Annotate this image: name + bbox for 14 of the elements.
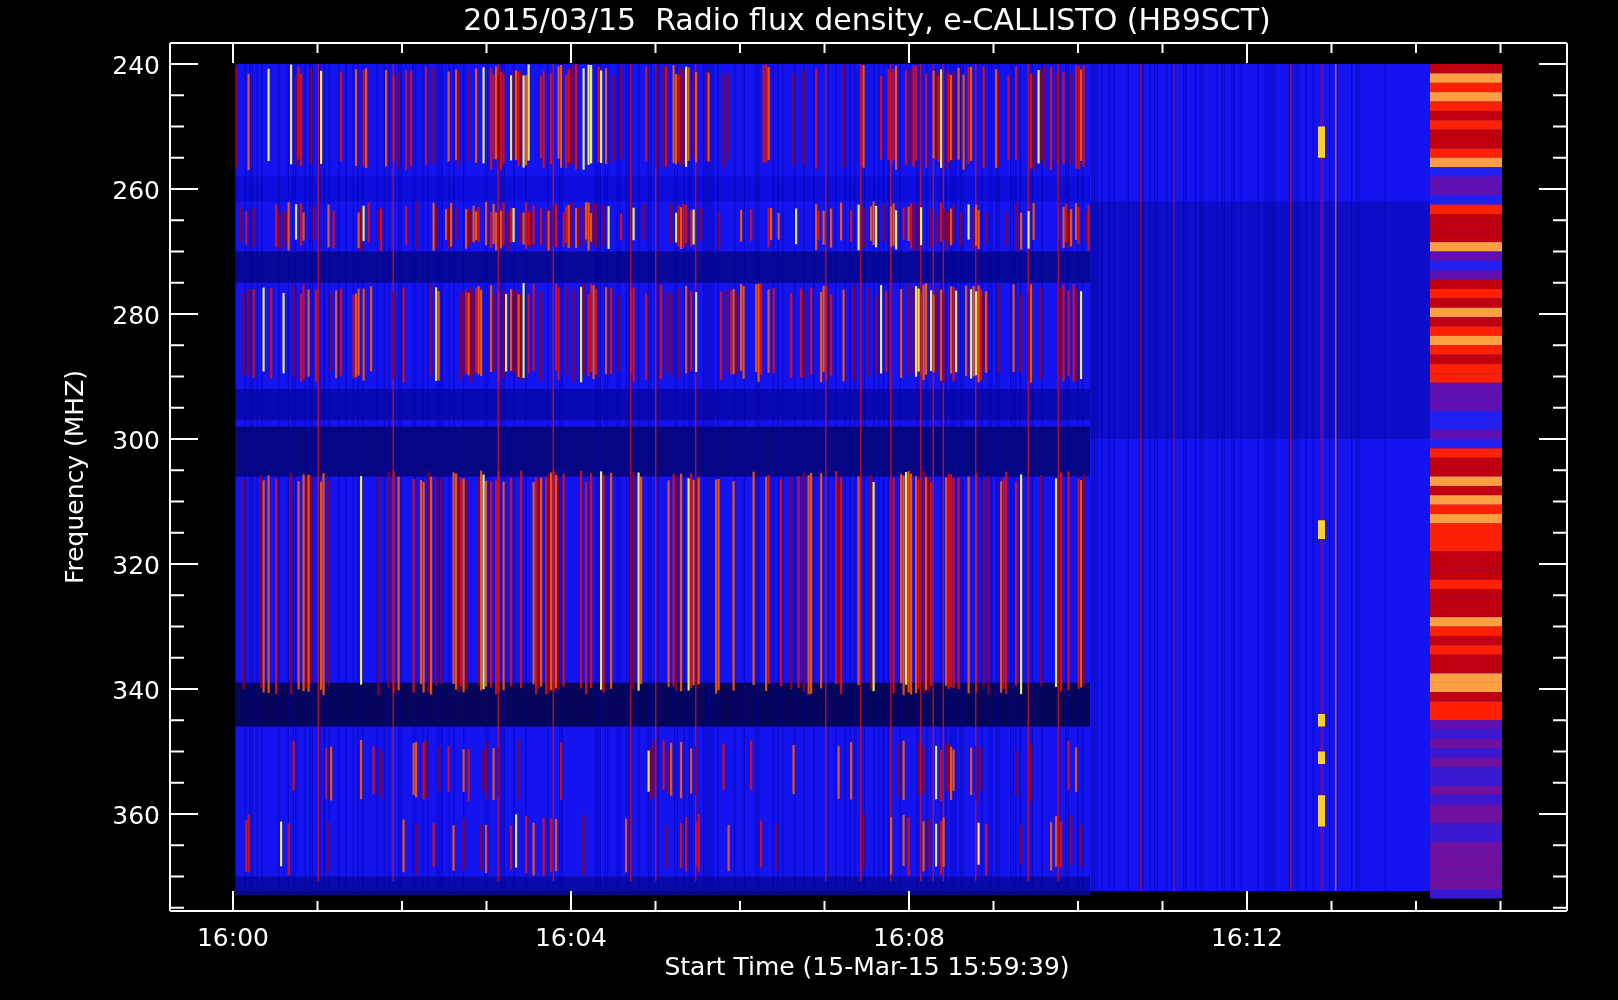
axis-title: Start Time (15-Mar-15 15:59:39) bbox=[664, 952, 1070, 981]
tick-label: 240 bbox=[112, 51, 160, 80]
chart-title: 2015/03/15 Radio flux density, e-CALLISTO (HB9SCT) bbox=[463, 2, 1271, 37]
axis-title: Frequency (MHZ) bbox=[60, 369, 89, 585]
tick-label: 280 bbox=[112, 301, 160, 330]
tick-label: 300 bbox=[112, 426, 160, 455]
tick-label: 16:08 bbox=[873, 923, 945, 952]
tick-label: 320 bbox=[112, 551, 160, 580]
tick-label: 260 bbox=[112, 176, 160, 205]
tick-label: 340 bbox=[112, 676, 160, 705]
tick-label: 16:00 bbox=[197, 923, 269, 952]
tick-label: 16:04 bbox=[535, 923, 607, 952]
tick-label: 360 bbox=[112, 801, 160, 830]
tick-label: 16:12 bbox=[1211, 923, 1283, 952]
